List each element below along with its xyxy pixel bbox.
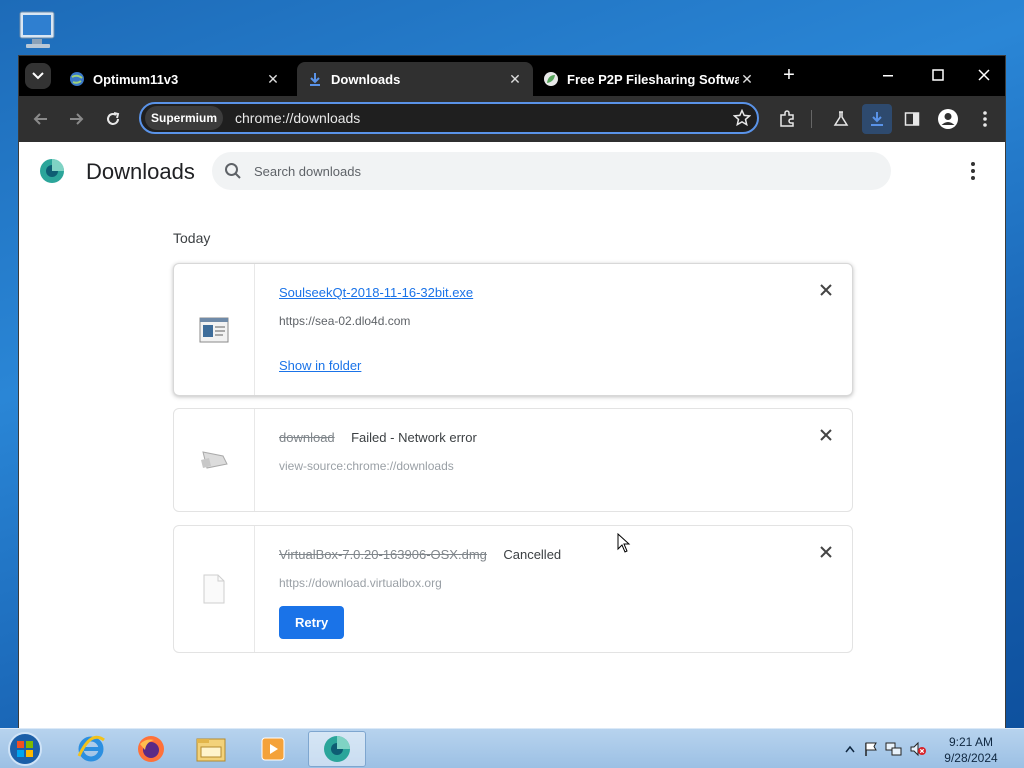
start-button[interactable] [6,731,46,768]
download-item: SoulseekQt-2018-11-16-32bit.exe https://… [173,263,853,396]
download-icon [871,112,883,126]
back-button[interactable] [27,105,55,133]
page-title: Downloads [86,159,195,184]
media-player-icon[interactable] [244,731,302,767]
tab-title: Downloads [331,71,401,87]
download-status: Cancelled [503,547,562,562]
file-name: VirtualBox-7.0.20-163906-OSX.dmg [279,547,487,562]
section-heading: Today [173,230,211,246]
puzzle-icon [780,110,794,127]
supermium-taskbar-icon[interactable] [308,731,366,767]
system-tray [845,729,927,768]
remove-item-icon[interactable] [818,282,834,298]
globe-icon [69,71,85,87]
browser-chip[interactable]: Supermium [145,106,224,130]
toolbar-divider [811,110,812,128]
more-options-button[interactable] [963,160,983,182]
clock-date: 9/28/2024 [944,751,998,765]
blank-file-icon [174,526,255,652]
close-tab-icon[interactable]: ✕ [507,71,523,88]
chevron-down-icon [32,72,44,80]
maximize-button[interactable] [915,56,961,94]
mouse-cursor-icon [617,532,631,558]
flask-icon [833,111,849,126]
forward-button[interactable] [62,105,90,133]
minimize-button[interactable] [865,56,911,94]
search-input[interactable] [254,163,854,179]
close-tab-icon[interactable]: ✕ [265,71,281,88]
source-url: https://sea-02.dlo4d.com [279,314,411,328]
url-text[interactable]: chrome://downloads [235,110,727,126]
side-panel-icon [904,112,920,126]
avatar-icon [938,109,958,129]
reload-icon [107,112,120,125]
generic-app-icon [174,409,255,511]
remove-item-icon[interactable] [818,544,834,560]
close-tab-icon[interactable]: ✕ [739,71,755,88]
flag-icon[interactable] [863,741,879,757]
bookmark-star-icon[interactable] [727,109,757,127]
tab-title: Free P2P Filesharing Software [567,71,739,87]
show-in-folder-link[interactable]: Show in folder [279,358,361,373]
source-url: view-source:chrome://downloads [279,459,454,473]
retry-button[interactable]: Retry [279,606,345,639]
more-vert-icon [983,111,987,127]
volume-muted-icon[interactable] [909,741,927,757]
internet-explorer-icon[interactable] [62,731,120,767]
tab-strip: Optimum11v3 ✕ Downloads ✕ Free P2P Files… [19,56,1005,96]
side-panel-button[interactable] [898,105,926,133]
file-name-link[interactable]: SoulseekQt-2018-11-16-32bit.exe [279,285,473,300]
source-url: https://download.virtualbox.org [279,576,442,590]
tab-title: Optimum11v3 [93,71,179,87]
show-hidden-icons-icon[interactable] [845,745,855,753]
download-status: Failed - Network error [351,430,477,445]
firefox-icon[interactable] [122,731,180,767]
forward-arrow-icon [70,113,84,125]
exe-file-icon [174,264,255,395]
clock[interactable]: 9:21 AM 9/28/2024 [932,734,1010,766]
computer-desktop-icon[interactable] [14,8,62,54]
tab-p2p[interactable]: Free P2P Filesharing Software ✕ [533,62,765,96]
download-item: download Failed - Network error view-sou… [173,408,853,512]
new-tab-button[interactable]: + [777,64,801,87]
downloads-page: Downloads Today SoulseekQt-2018-11-16-32… [19,142,1005,728]
address-bar[interactable]: Supermium chrome://downloads [139,102,759,134]
network-icon[interactable] [885,741,903,757]
tab-optimum[interactable]: Optimum11v3 ✕ [59,62,291,96]
downloads-button[interactable] [862,104,892,134]
search-bar[interactable] [212,152,891,190]
browser-window: Optimum11v3 ✕ Downloads ✕ Free P2P Files… [18,55,1006,729]
tab-downloads[interactable]: Downloads ✕ [297,62,533,96]
download-item: VirtualBox-7.0.20-163906-OSX.dmg Cancell… [173,525,853,653]
download-icon [307,71,323,87]
extensions-button[interactable] [773,105,801,133]
back-arrow-icon [33,113,47,125]
file-explorer-icon[interactable] [182,731,240,767]
close-window-button[interactable] [961,56,1005,94]
profile-button[interactable] [934,105,962,133]
reload-button[interactable] [99,105,127,133]
downloads-logo-icon [39,158,65,184]
leaf-icon [543,71,559,87]
tab-search-button[interactable] [25,63,51,89]
browser-menu-button[interactable] [971,105,999,133]
taskbar: 9:21 AM 9/28/2024 [0,728,1024,768]
search-icon [224,162,242,180]
remove-item-icon[interactable] [818,427,834,443]
file-name: download [279,430,335,445]
clock-time: 9:21 AM [948,735,994,749]
toolbar: Supermium chrome://downloads [19,96,1005,142]
labs-button[interactable] [827,105,855,133]
